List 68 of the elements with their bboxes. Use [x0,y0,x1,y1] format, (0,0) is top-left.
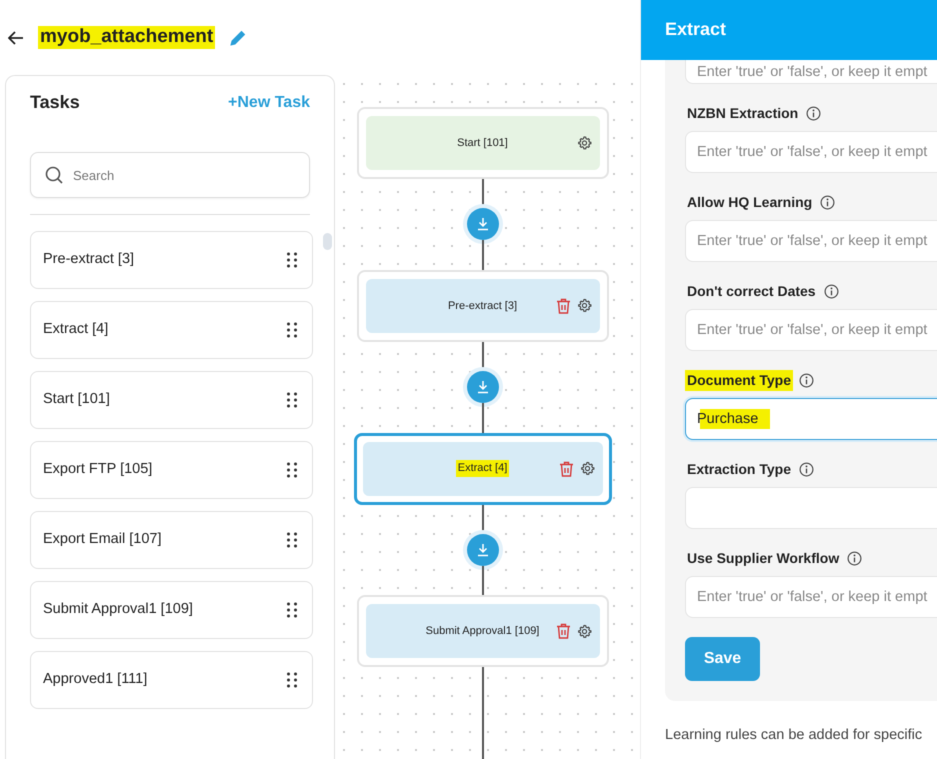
panel-title: Tasks [30,92,80,114]
panel-title: Extract [641,0,937,60]
info-icon[interactable] [820,194,836,210]
node-label: Submit Approval1 [109] [424,624,540,639]
info-icon[interactable] [799,462,814,476]
trash-icon[interactable] [556,623,570,640]
page-title: myob_attachement [38,26,216,49]
scrollbar-thumb[interactable] [323,233,332,250]
drag-handle-icon[interactable] [286,322,298,338]
flow-node[interactable]: Start [101] [356,107,608,179]
field-label: Use Supplier Workflow [686,548,840,568]
task-list-item[interactable]: Approved1 [111] [30,651,313,709]
flow-node[interactable]: Submit Approval1 [109] [356,595,608,668]
drag-handle-icon[interactable] [286,462,298,478]
task-list-item[interactable]: Extract [4] [30,301,313,359]
task-label: Start [101] [43,390,110,410]
node-label: Extract [4] [456,460,510,477]
task-list-item[interactable]: Pre-extract [3] [30,231,313,289]
field-label: NZBN Extraction [686,104,800,122]
insert-step-button[interactable] [466,208,498,240]
drag-handle-icon[interactable] [286,672,298,688]
insert-step-button[interactable] [466,534,498,566]
info-icon[interactable] [847,550,862,566]
settings-icon[interactable] [576,298,592,314]
task-label: Export FTP [105] [43,460,152,480]
drag-handle-icon[interactable] [286,392,298,408]
task-label: Submit Approval1 [109] [43,600,193,620]
task-label: Export Email [107] [43,530,162,550]
help-text: Learning rules can be added for specific [665,726,924,745]
search-field[interactable]: Search [30,152,310,198]
task-list-item[interactable]: Start [101] [30,371,313,429]
download-icon [476,542,490,557]
input-field[interactable]: Enter 'true' or 'false', or keep it empt [685,309,937,351]
download-icon [476,380,490,394]
info-icon[interactable] [806,106,822,120]
settings-icon[interactable] [576,136,592,150]
input-field[interactable]: Enter 'true' or 'false', or keep it empt [685,220,937,262]
task-list-item[interactable]: Export FTP [105] [30,441,313,499]
drag-handle-icon[interactable] [286,532,298,548]
flow-node[interactable]: Pre-extract [3] [356,270,608,342]
field-label: Allow HQ Learning [686,192,814,212]
node-label: Start [101] [456,136,509,151]
field-label: Extraction Type [686,460,792,479]
task-label: Approved1 [111] [43,670,148,690]
node-label: Pre-extract [3] [446,298,518,314]
settings-icon[interactable] [576,624,592,639]
trash-icon[interactable] [556,298,570,314]
task-label: Pre-extract [3] [43,250,134,270]
info-icon[interactable] [798,372,814,388]
input-field[interactable]: Enter 'true' or 'false', or keep it empt [685,131,937,173]
drag-handle-icon[interactable] [286,602,298,618]
task-label: Extract [4] [43,320,108,340]
input-field[interactable] [685,487,937,529]
field-label: Don't correct Dates [686,282,817,300]
search-icon [45,166,63,184]
field-label: Document Type [685,370,793,390]
task-list-item[interactable]: Export Email [107] [30,511,313,569]
info-icon[interactable] [824,284,839,298]
download-icon [476,217,490,232]
drag-handle-icon[interactable] [286,252,298,268]
task-list-item[interactable]: Submit Approval1 [109] [30,581,313,639]
input-field[interactable]: Enter 'true' or 'false', or keep it empt [685,60,937,84]
trash-icon[interactable] [558,460,574,476]
back-arrow-icon[interactable] [6,28,26,46]
flow-node[interactable]: Extract [4] [354,432,612,504]
input-field[interactable]: Enter 'true' or 'false', or keep it empt [685,576,937,618]
settings-icon[interactable] [580,461,594,476]
insert-step-button[interactable] [466,371,498,404]
